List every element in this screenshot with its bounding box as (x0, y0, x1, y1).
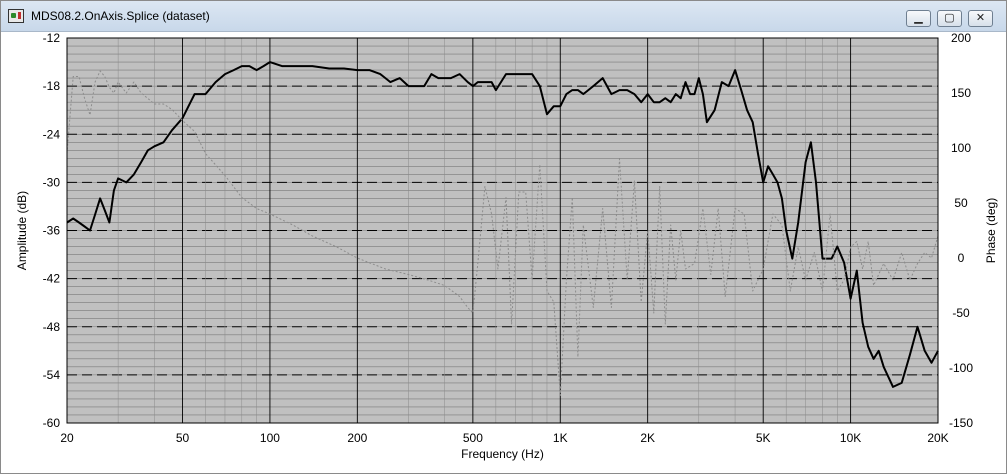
x-tick-label: 10K (840, 431, 861, 445)
app-icon-bar (18, 12, 21, 19)
x-tick-label: 500 (463, 431, 483, 445)
x-tick-label: 200 (347, 431, 367, 445)
y2-tick-label: 200 (951, 32, 971, 45)
frequency-response-chart: -12-18-24-30-36-42-48-54-60200150100500-… (15, 32, 998, 461)
y2-tick-label: 150 (951, 86, 971, 100)
minimize-icon: ▁ (914, 12, 923, 24)
y-tick-label: -36 (43, 224, 61, 238)
app-icon[interactable] (8, 9, 24, 23)
y2-tick-label: -100 (949, 361, 973, 375)
y2-tick-label: 0 (958, 251, 965, 265)
x-axis-label: Frequency (Hz) (461, 447, 544, 461)
y-tick-label: -18 (43, 79, 61, 93)
x-tick-label: 2K (640, 431, 655, 445)
app-icon-led (11, 13, 16, 18)
title-bar[interactable]: MDS08.2.OnAxis.Splice (dataset) ▁ ▢ ✕ (1, 1, 1006, 32)
minimize-button[interactable]: ▁ (906, 10, 931, 27)
y-tick-label: -30 (43, 175, 61, 189)
x-tick-label: 50 (176, 431, 190, 445)
y2-tick-label: 100 (951, 141, 971, 155)
y-tick-label: -54 (43, 368, 61, 382)
y-axis-label: Amplitude (dB) (15, 191, 29, 270)
close-button[interactable]: ✕ (968, 10, 993, 27)
y-tick-label: -12 (43, 32, 61, 45)
chart-panel: -12 -18 -24 -30 -36 -42 -48 -54 -60 200 150 100 50 0-… (1, 32, 1006, 473)
y2-tick-label: -50 (952, 306, 970, 320)
y-tick-label: -60 (43, 416, 61, 430)
y-tick-label: -42 (43, 272, 61, 286)
y-tick-label: -48 (43, 320, 61, 334)
y-tick-label: -24 (43, 127, 61, 141)
y2-tick-label: 50 (954, 196, 968, 210)
x-tick-label: 1K (553, 431, 568, 445)
app-window: MDS08.2.OnAxis.Splice (dataset) ▁ ▢ ✕ -1… (0, 0, 1007, 474)
y2-tick-label: -150 (949, 416, 973, 430)
window-title: MDS08.2.OnAxis.Splice (dataset) (31, 9, 210, 23)
x-tick-label: 20K (927, 431, 948, 445)
y2-axis-label: Phase (deg) (984, 198, 998, 263)
close-icon: ✕ (975, 12, 986, 24)
x-tick-label: 20 (60, 431, 74, 445)
x-tick-label: 5K (756, 431, 771, 445)
maximize-button[interactable]: ▢ (937, 10, 962, 27)
maximize-icon: ▢ (944, 12, 955, 24)
x-tick-label: 100 (260, 431, 280, 445)
